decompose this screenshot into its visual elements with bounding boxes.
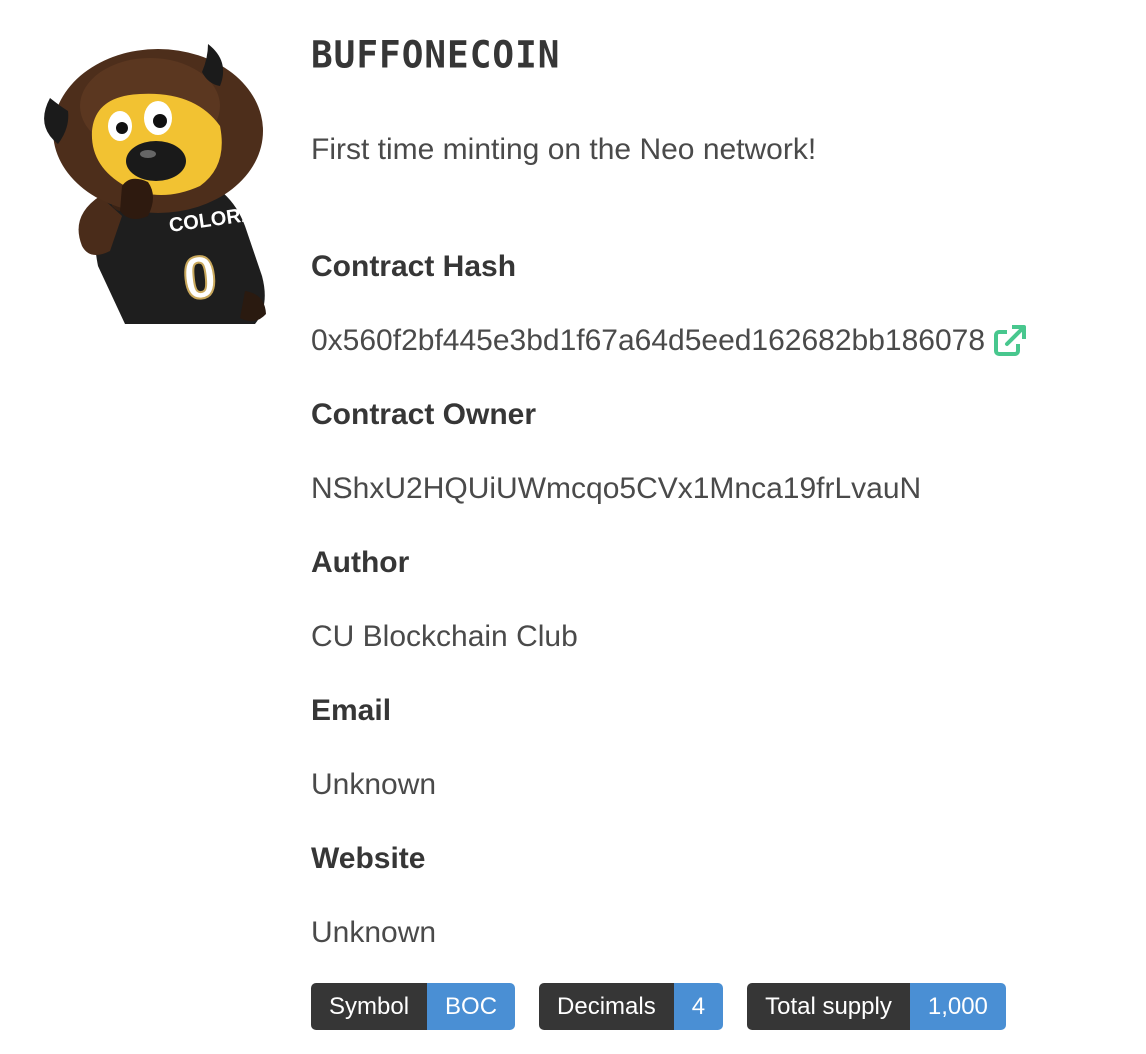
token-details: BUFFONECOIN First time minting on the Ne… (311, 30, 1131, 953)
contract-hash-row: 0x560f2bf445e3bd1f67a64d5eed162682bb1860… (311, 321, 1131, 361)
website-value: Unknown (311, 916, 437, 949)
external-link-icon[interactable] (993, 324, 1028, 358)
author-label: Author (311, 546, 410, 579)
contract-hash-label: Contract Hash (311, 250, 517, 283)
total-supply-tag: Total supply 1,000 (747, 983, 1006, 1030)
contract-owner-label: Contract Owner (311, 398, 537, 431)
contract-owner-value: NShxU2HQUiUWmcqo5CVx1Mnca19frLvauN (311, 472, 922, 505)
tag-label: Total supply (747, 983, 910, 1030)
token-logo: COLORADO 0 (30, 36, 286, 324)
author-value: CU Blockchain Club (311, 620, 578, 653)
tag-value: BOC (427, 983, 516, 1030)
token-name: BUFFONECOIN (311, 33, 561, 77)
tag-value: 4 (673, 983, 724, 1030)
symbol-tag: Symbol BOC (311, 983, 516, 1030)
tag-value: 1,000 (909, 983, 1006, 1030)
website-label: Website (311, 842, 426, 875)
tag-label: Decimals (539, 983, 674, 1030)
email-label: Email (311, 694, 392, 727)
token-description: First time minting on the Neo network! (311, 133, 817, 166)
buffalo-mascot-icon: COLORADO 0 (44, 44, 286, 324)
email-value: Unknown (311, 768, 437, 801)
token-tags: Symbol BOC Decimals 4 Total supply 1,000 (311, 983, 1006, 1030)
contract-hash-value: 0x560f2bf445e3bd1f67a64d5eed162682bb1860… (311, 324, 986, 357)
tag-label: Symbol (311, 983, 428, 1030)
svg-text:0: 0 (180, 242, 220, 312)
decimals-tag: Decimals 4 (539, 983, 724, 1030)
